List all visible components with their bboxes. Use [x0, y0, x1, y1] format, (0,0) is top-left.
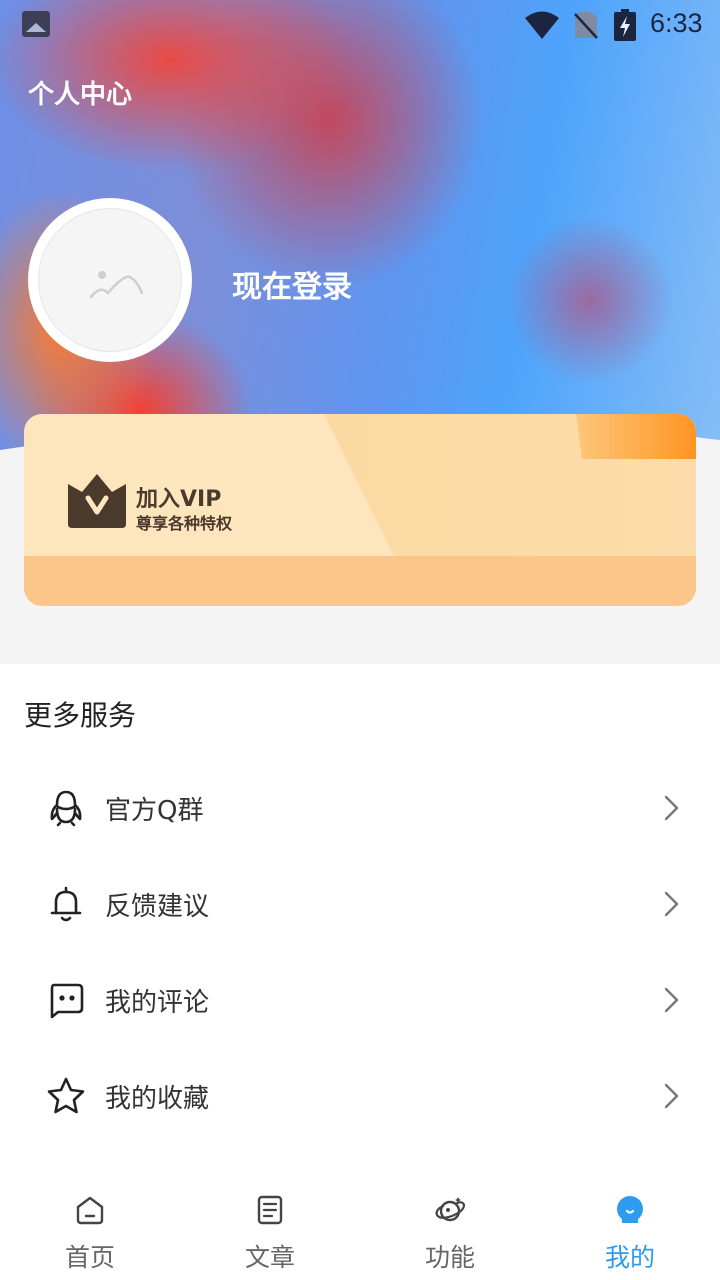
- service-label: 反馈建议: [105, 892, 210, 922]
- service-item-qq-group[interactable]: 官方Q群: [0, 760, 720, 856]
- gallery-notification-icon: [22, 11, 50, 37]
- service-label: 我的评论: [105, 988, 210, 1018]
- no-sim-icon: [574, 12, 598, 39]
- tab-profile[interactable]: 我的: [540, 1180, 720, 1280]
- article-icon: [257, 1195, 283, 1225]
- service-label: 官方Q群: [105, 796, 204, 826]
- home-icon: [76, 1196, 104, 1225]
- tab-home[interactable]: 首页: [0, 1180, 180, 1280]
- tab-articles[interactable]: 文章: [180, 1180, 360, 1280]
- tab-label: 文章: [244, 1243, 295, 1272]
- chevron-right-icon: [664, 987, 679, 1013]
- profile-icon: [617, 1196, 643, 1223]
- chevron-right-icon: [664, 795, 679, 821]
- vip-subtitle: 尊享各种特权: [136, 514, 233, 533]
- service-item-feedback[interactable]: 反馈建议: [0, 856, 720, 952]
- crown-icon: [68, 474, 126, 528]
- bell-icon: [50, 886, 82, 922]
- vip-banner[interactable]: 加入VIP 尊享各种特权: [24, 414, 696, 606]
- vip-title: 加入VIP: [136, 487, 222, 512]
- page-title: 个人中心: [28, 80, 133, 110]
- comment-icon: [50, 983, 84, 1019]
- status-time: 6:33: [650, 8, 703, 38]
- chevron-right-icon: [664, 1083, 679, 1109]
- tab-features[interactable]: 功能: [360, 1180, 540, 1280]
- avatar[interactable]: [28, 198, 192, 362]
- battery-charging-icon: [614, 9, 636, 41]
- service-item-my-comments[interactable]: 我的评论: [0, 952, 720, 1048]
- service-label: 我的收藏: [105, 1084, 210, 1114]
- login-link[interactable]: 现在登录: [232, 262, 352, 306]
- image-placeholder-icon: [89, 271, 144, 299]
- chevron-right-icon: [664, 891, 679, 917]
- avatar-placeholder: [38, 208, 182, 352]
- bottom-tab-bar: 首页 文章 功能 我的: [0, 1180, 720, 1280]
- wifi-icon: [525, 11, 559, 39]
- tab-label: 功能: [424, 1243, 475, 1272]
- planet-icon: [435, 1197, 466, 1222]
- tab-label: 我的: [604, 1243, 655, 1272]
- service-item-my-favorites[interactable]: 我的收藏: [0, 1048, 720, 1144]
- qq-icon: [50, 790, 82, 827]
- section-title: 更多服务: [24, 699, 137, 732]
- tab-label: 首页: [64, 1243, 115, 1272]
- status-bar: 6:33: [0, 0, 720, 50]
- star-icon: [47, 1077, 85, 1114]
